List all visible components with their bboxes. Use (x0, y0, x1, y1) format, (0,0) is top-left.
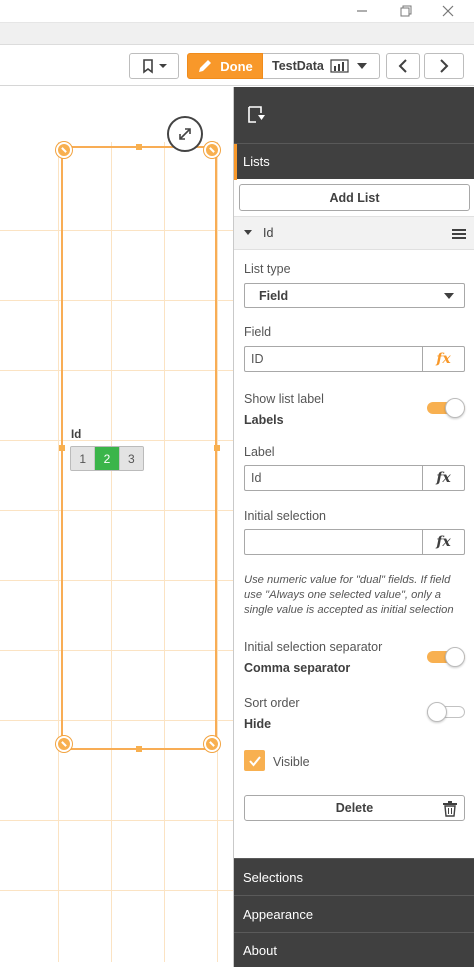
bookmark-icon (143, 59, 167, 74)
list-item-title: Id (263, 226, 274, 240)
minimize-icon[interactable] (342, 0, 382, 22)
list-type-value: Field (259, 288, 289, 303)
show-list-label-toggle[interactable] (427, 398, 465, 418)
delete-label: Delete (335, 801, 374, 815)
listbox-item-selected[interactable]: 2 (95, 447, 120, 470)
chevron-left-icon (398, 59, 407, 73)
initial-selection-label: Initial selection (244, 509, 326, 523)
add-list-button[interactable]: Add List (239, 184, 470, 211)
label-fx-button[interactable]: fx (423, 465, 465, 491)
separator-label: Initial selection separator (244, 640, 383, 654)
sheet-selector[interactable]: TestData (263, 53, 380, 79)
separator-value: Comma separator (244, 661, 351, 675)
separator-toggle[interactable] (427, 647, 465, 667)
checkmark-icon (248, 755, 261, 767)
menu-icon[interactable] (452, 228, 466, 240)
trash-icon (443, 801, 457, 817)
caret-down-icon (244, 230, 252, 235)
browser-strip (0, 22, 474, 44)
restore-icon[interactable] (386, 0, 426, 22)
grid-line (0, 890, 233, 891)
sheet-icon (330, 59, 349, 73)
panel-header (234, 87, 474, 143)
listbox-title: Id (71, 429, 82, 441)
resize-handle-right[interactable] (214, 445, 220, 451)
caret-down-icon (444, 293, 454, 299)
show-list-label-label: Show list label (244, 392, 324, 406)
chevron-right-icon (440, 59, 449, 73)
resize-handle-bottom[interactable] (136, 746, 142, 752)
field-label: Field (244, 325, 272, 339)
initial-selection-input[interactable] (244, 529, 423, 555)
label-label: Label (244, 445, 275, 459)
sort-order-toggle[interactable] (427, 702, 465, 722)
resize-handle-bottom-right[interactable] (204, 736, 220, 752)
expand-object-button[interactable] (167, 116, 203, 152)
sort-order-label: Sort order (244, 696, 300, 710)
next-sheet-button[interactable] (424, 53, 464, 79)
done-label: Done (220, 58, 253, 74)
done-button[interactable]: Done (187, 53, 263, 79)
field-input[interactable]: ID (244, 346, 423, 372)
resize-handle-bottom-left[interactable] (56, 736, 72, 752)
initial-selection-fx-button[interactable]: fx (423, 529, 465, 555)
list-item-header[interactable]: Id (234, 216, 474, 250)
close-icon[interactable] (428, 0, 468, 22)
toolbar: Done TestData (0, 44, 474, 86)
appearance-section-header[interactable]: Appearance (234, 895, 474, 932)
previous-sheet-button[interactable] (386, 53, 420, 79)
initial-selection-hint: Use numeric value for "dual" fields. If … (244, 574, 454, 616)
visible-checkbox[interactable] (244, 750, 265, 771)
lists-section-header[interactable]: Lists (234, 143, 474, 180)
resize-handle-top[interactable] (136, 144, 142, 150)
list-type-dropdown[interactable]: Field (244, 283, 465, 308)
about-section-header[interactable]: About (234, 932, 474, 967)
label-input[interactable]: Id (244, 465, 423, 491)
delete-button[interactable]: Delete (244, 795, 465, 821)
lists-section-label: Lists (243, 154, 270, 169)
sheet-name: TestData (272, 59, 324, 73)
resize-handle-top-left[interactable] (56, 142, 72, 158)
grid-line (0, 820, 233, 821)
properties-panel: Lists Add List Id List type Field Field … (233, 87, 474, 967)
chevron-down-icon (356, 63, 367, 69)
grid-line (217, 142, 218, 962)
listbox-item[interactable]: 3 (119, 447, 143, 470)
grid-line (58, 142, 59, 962)
resize-handle-left[interactable] (59, 445, 65, 451)
list-type-label: List type (244, 262, 291, 276)
selections-section-header[interactable]: Selections (234, 858, 474, 895)
sheet-canvas[interactable]: Id 1 2 3 (0, 87, 233, 967)
field-fx-button[interactable]: fx (423, 346, 465, 372)
listbox-item[interactable]: 1 (71, 447, 96, 470)
expand-icon (179, 128, 191, 140)
object-properties-icon[interactable] (247, 105, 267, 125)
sort-order-value: Hide (244, 717, 272, 731)
pencil-icon (199, 60, 212, 72)
resize-handle-top-right[interactable] (204, 142, 220, 158)
listbox: 1 2 3 (70, 446, 144, 471)
app-window: Done TestData Id 1 2 3 Lists Add List Id… (0, 0, 474, 967)
bookmark-button[interactable] (129, 53, 179, 79)
visible-label: Visible (273, 755, 310, 769)
show-list-label-value: Labels (244, 413, 284, 427)
